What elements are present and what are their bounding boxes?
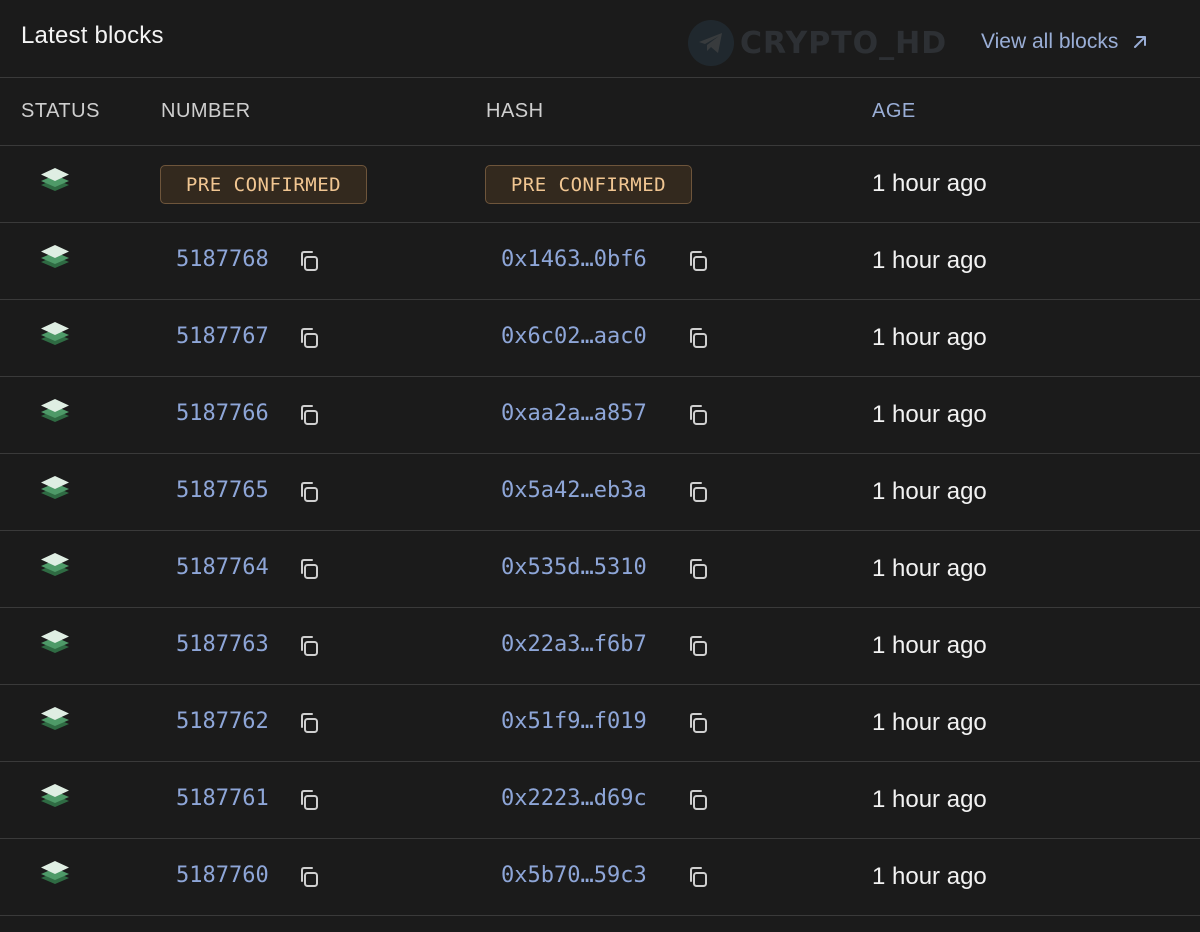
copy-icon[interactable] [298,711,320,735]
copy-icon[interactable] [298,480,320,504]
block-age: 1 hour ago [872,247,987,274]
block-age: 1 hour ago [872,170,987,197]
view-all-label: View all blocks [981,30,1119,53]
copy-icon[interactable] [298,557,320,581]
column-status: STATUS [21,100,100,122]
copy-icon[interactable] [687,865,709,889]
block-hash-link[interactable]: 0x51f9…f019 [501,709,647,734]
copy-icon[interactable] [298,634,320,658]
copy-icon[interactable] [687,711,709,735]
watermark: CRYPTO_HD [688,20,947,66]
block-age: 1 hour ago [872,709,987,736]
layers-icon [41,707,69,730]
copy-icon[interactable] [687,557,709,581]
block-number-link[interactable]: 5187764 [176,555,269,580]
copy-icon[interactable] [298,326,320,350]
block-age: 1 hour ago [872,863,987,890]
table-row: 5187763 0x22a3…f6b7 1 hour ago [0,608,1200,685]
block-number-link[interactable]: 5187767 [176,324,269,349]
table-row: 5187765 0x5a42…eb3a 1 hour ago [0,454,1200,531]
arrow-up-right-icon [1134,36,1147,48]
copy-icon[interactable] [687,403,709,427]
pre-confirmed-badge: PRE CONFIRMED [485,165,692,204]
block-hash-link[interactable]: 0xaa2a…a857 [501,401,647,426]
table-row-pending: PRE CONFIRMED PRE CONFIRMED 1 hour ago [0,146,1200,223]
copy-icon[interactable] [298,788,320,812]
table-row: 5187760 0x5b70…59c3 1 hour ago [0,839,1200,916]
layers-icon [41,245,69,268]
layers-icon [41,553,69,576]
column-age[interactable]: AGE [872,100,916,123]
layers-icon [41,476,69,499]
block-age: 1 hour ago [872,555,987,582]
table-row: 5187764 0x535d…5310 1 hour ago [0,531,1200,608]
pre-confirmed-badge: PRE CONFIRMED [160,165,367,204]
copy-icon[interactable] [298,249,320,273]
column-number: NUMBER [161,100,251,122]
table-header: STATUS NUMBER HASH AGE [0,78,1200,146]
table-row: 5187767 0x6c02…aac0 1 hour ago [0,300,1200,377]
block-age: 1 hour ago [872,401,987,428]
panel-title: Latest blocks [21,22,164,49]
block-age: 1 hour ago [872,786,987,813]
block-number-link[interactable]: 5187762 [176,709,269,734]
copy-icon[interactable] [298,865,320,889]
block-hash-link[interactable]: 0x5a42…eb3a [501,478,647,503]
block-hash-link[interactable]: 0x5b70…59c3 [501,863,647,888]
block-hash-link[interactable]: 0x1463…0bf6 [501,247,647,272]
block-hash-link[interactable]: 0x535d…5310 [501,555,647,580]
block-number-link[interactable]: 5187761 [176,786,269,811]
block-number-link[interactable]: 5187763 [176,632,269,657]
layers-icon [41,168,69,191]
copy-icon[interactable] [687,326,709,350]
block-age: 1 hour ago [872,324,987,351]
block-hash-link[interactable]: 0x22a3…f6b7 [501,632,647,657]
panel-header: Latest blocks CRYPTO_HD View all blocks [0,0,1200,78]
copy-icon[interactable] [687,634,709,658]
layers-icon [41,784,69,807]
watermark-text: CRYPTO_HD [740,25,948,61]
layers-icon [41,322,69,345]
copy-icon[interactable] [687,788,709,812]
copy-icon[interactable] [687,480,709,504]
block-hash-link[interactable]: 0x2223…d69c [501,786,647,811]
latest-blocks-panel: Latest blocks CRYPTO_HD View all blocks … [0,0,1200,932]
block-hash-link[interactable]: 0x6c02…aac0 [501,324,647,349]
table-row: 5187768 0x1463…0bf6 1 hour ago [0,223,1200,300]
block-age: 1 hour ago [872,632,987,659]
table-row: 5187761 0x2223…d69c 1 hour ago [0,762,1200,839]
table-row: 5187762 0x51f9…f019 1 hour ago [0,685,1200,762]
column-hash: HASH [486,100,544,122]
block-number-link[interactable]: 5187765 [176,478,269,503]
block-number-link[interactable]: 5187766 [176,401,269,426]
block-age: 1 hour ago [872,478,987,505]
table-row: 5187766 0xaa2a…a857 1 hour ago [0,377,1200,454]
copy-icon[interactable] [298,403,320,427]
layers-icon [41,399,69,422]
telegram-icon [688,20,734,66]
view-all-blocks-link[interactable]: View all blocks [981,30,1150,54]
layers-icon [41,630,69,653]
block-number-link[interactable]: 5187760 [176,863,269,888]
layers-icon [41,861,69,884]
copy-icon[interactable] [687,249,709,273]
block-number-link[interactable]: 5187768 [176,247,269,272]
